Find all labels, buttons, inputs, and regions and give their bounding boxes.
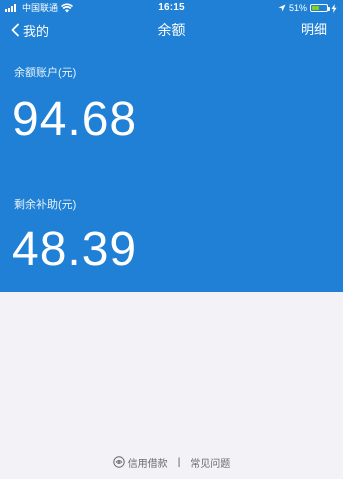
footer-separator: | [177,456,181,468]
footer-links: 信用借款 | 常见问题 [0,454,343,470]
faq-label: 常见问题 [190,458,231,470]
charging-bolt-icon [331,3,337,13]
battery-percent: 51% [288,3,307,13]
credit-loan-label: 信用借款 [127,458,168,470]
location-arrow-icon [278,4,286,12]
credit-loan-icon [112,456,125,468]
balance-account-label: 余额账户(元) [14,67,77,79]
faq-link[interactable]: 常见问题 [190,455,230,470]
battery-level-fill [312,6,319,10]
navigation-bar: 我的 余额 明细 [0,16,343,44]
remaining-subsidy-label: 剩余补助(元) [14,199,77,211]
subsidy-amount: 48.39 [12,223,138,276]
battery-icon [310,4,330,12]
status-right: 51% [278,0,337,16]
balance-amount: 94.68 [12,93,138,146]
balance-header: 中国联通 16:15 51% 我的 余额 明细 余额账户(元) 94.68 剩余… [0,0,343,292]
status-bar: 中国联通 16:15 51% [0,0,343,16]
details-button[interactable]: 明细 [301,19,327,41]
credit-loan-link[interactable]: 信用借款 [112,455,168,470]
page-title: 余额 [157,22,186,38]
screen: 中国联通 16:15 51% 我的 余额 明细 余额账户(元) 94.68 剩余… [0,0,343,479]
